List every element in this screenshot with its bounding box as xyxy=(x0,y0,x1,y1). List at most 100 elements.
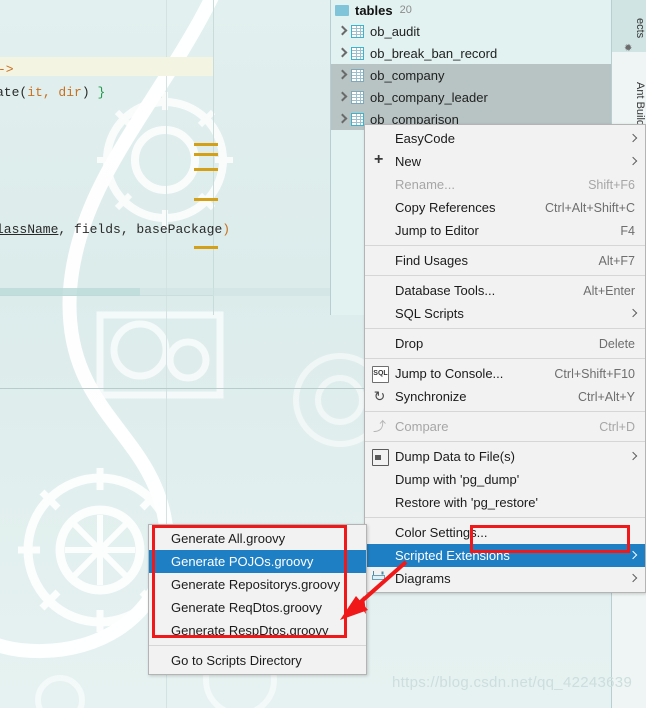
menu-item-database-tools[interactable]: Database Tools... Alt+Enter xyxy=(365,279,645,302)
menu-separator xyxy=(149,645,366,646)
menu-item-rename[interactable]: Rename... Shift+F6 xyxy=(365,173,645,196)
menu-item-restore-with-pg-restore[interactable]: Restore with 'pg_restore' xyxy=(365,491,645,514)
menu-item-label: Jump to Editor xyxy=(395,223,479,238)
gutter-marker xyxy=(194,168,218,171)
tree-row[interactable]: ob_break_ban_record xyxy=(331,42,613,64)
tables-count: 20 xyxy=(399,4,412,16)
menu-item-label: Copy References xyxy=(395,200,496,215)
code-token-classname: lassName xyxy=(0,222,59,237)
current-line-highlight xyxy=(0,57,213,76)
menu-item-label: EasyCode xyxy=(395,131,455,146)
menu-item-shortcut: Alt+F7 xyxy=(598,253,635,268)
annotation-arrow xyxy=(340,560,408,620)
code-token-params: , fields, basePackage xyxy=(58,222,223,237)
menu-item-drop[interactable]: Drop Delete xyxy=(365,332,645,355)
table-icon xyxy=(351,46,364,60)
compare-icon: ⤴ xyxy=(372,419,386,434)
menu-item-synchronize[interactable]: ↻ Synchronize Ctrl+Alt+Y xyxy=(365,385,645,408)
code-line-1: -> xyxy=(0,62,14,77)
menu-item-easycode[interactable]: EasyCode xyxy=(365,127,645,150)
menu-item-compare[interactable]: ⤴ Compare Ctrl+D xyxy=(365,415,645,438)
menu-separator xyxy=(365,441,645,442)
code-token-arrow: -> xyxy=(0,62,14,77)
table-icon xyxy=(351,90,364,104)
chevron-right-icon[interactable] xyxy=(335,20,351,42)
menu-item-label: Jump to Console... xyxy=(395,366,504,381)
menu-item-copy-references[interactable]: Copy References Ctrl+Alt+Shift+C xyxy=(365,196,645,219)
tree-node-tables[interactable]: tables 20 xyxy=(331,0,613,20)
tree-row[interactable]: ob_company xyxy=(331,64,613,86)
menu-item-label: Restore with 'pg_restore' xyxy=(395,495,538,510)
chevron-right-icon[interactable] xyxy=(335,108,351,130)
menu-item-label: Compare xyxy=(395,419,449,434)
tree-row[interactable]: ob_company_leader xyxy=(331,86,613,108)
editor-selection-strip xyxy=(0,288,140,296)
code-line-3: lassName, fields, basePackage) xyxy=(0,222,230,237)
tree-row-label: ob_audit xyxy=(370,23,420,39)
menu-item-label: Find Usages xyxy=(395,253,468,268)
code-line-2: ate(it, dir) } xyxy=(0,85,105,100)
chevron-right-icon[interactable] xyxy=(335,64,351,86)
menu-separator xyxy=(365,358,645,359)
editor-right-divider xyxy=(213,0,214,315)
tree-row-label: ob_company xyxy=(370,67,445,83)
menu-item-find-usages[interactable]: Find Usages Alt+F7 xyxy=(365,249,645,272)
source-watermark-text: https://blog.csdn.net/qq_42243639 xyxy=(392,674,633,691)
menu-item-shortcut: Delete xyxy=(598,336,635,351)
menu-item-shortcut: Ctrl+Alt+Shift+C xyxy=(545,200,635,215)
menu-separator xyxy=(365,328,645,329)
menu-item-jump-to-console[interactable]: SQL Jump to Console... Ctrl+Shift+F10 xyxy=(365,362,645,385)
folder-icon xyxy=(335,4,349,16)
tree-row[interactable]: ob_audit xyxy=(331,20,613,42)
table-icon xyxy=(351,112,364,126)
menu-item-label: Dump with 'pg_dump' xyxy=(395,472,520,487)
chevron-right-icon[interactable] xyxy=(335,86,351,108)
table-icon xyxy=(351,68,364,82)
menu-item-label: New xyxy=(395,154,422,169)
menu-separator xyxy=(365,245,645,246)
gutter-marker xyxy=(194,198,218,201)
menu-separator xyxy=(365,411,645,412)
code-token-paren: ) xyxy=(222,222,231,237)
menu-item-dump-data-to-file-s[interactable]: Dump Data to File(s) xyxy=(365,445,645,468)
annotation-box-submenu xyxy=(152,525,347,638)
menu-item-shortcut: F4 xyxy=(620,223,635,238)
menu-item-shortcut: Ctrl+Shift+F10 xyxy=(554,366,635,381)
tree-row-label: ob_break_ban_record xyxy=(370,45,498,61)
menu-item-label: Dump Data to File(s) xyxy=(395,449,515,464)
menu-item-shortcut: Shift+F6 xyxy=(588,177,635,192)
menu-item-label: Diagrams xyxy=(395,571,451,586)
gutter-marker xyxy=(194,246,218,249)
menu-item-dump-with-pg-dump[interactable]: Dump with 'pg_dump' xyxy=(365,468,645,491)
sync-icon: ↻ xyxy=(373,388,386,404)
console-icon: SQL xyxy=(372,366,389,383)
menu-item-label: SQL Scripts xyxy=(395,306,464,321)
menu-item-label: Database Tools... xyxy=(395,283,496,298)
submenu-item-label: Go to Scripts Directory xyxy=(171,653,302,668)
menu-separator xyxy=(365,275,645,276)
menu-item-new[interactable]: New xyxy=(365,150,645,173)
chevron-right-icon[interactable] xyxy=(335,42,351,64)
menu-separator xyxy=(365,517,645,518)
annotation-box-scripted-extensions xyxy=(470,525,630,553)
code-token-brace: } xyxy=(97,85,106,100)
submenu-item-go-to-scripts-directory[interactable]: Go to Scripts Directory xyxy=(149,649,366,672)
context-menu[interactable]: EasyCode New Rename... Shift+F6 Copy Referen… xyxy=(364,124,646,593)
table-icon xyxy=(351,24,364,38)
menu-item-jump-to-editor[interactable]: Jump to Editor F4 xyxy=(365,219,645,242)
gutter-marker xyxy=(194,143,218,146)
menu-item-label: Synchronize xyxy=(395,389,467,404)
code-token-close-paren: ) xyxy=(81,85,98,100)
tree-row-list[interactable]: ob_audit ob_break_ban_record ob_company ob_… xyxy=(331,20,613,130)
tree-row-label: ob_company_leader xyxy=(370,89,488,105)
menu-item-label: Rename... xyxy=(395,177,455,192)
tables-label: tables xyxy=(355,2,393,18)
menu-item-label: Drop xyxy=(395,336,424,351)
ant-icon: ✹ xyxy=(624,43,633,54)
menu-item-shortcut: Alt+Enter xyxy=(583,283,635,298)
code-token-args: it, dir xyxy=(27,85,82,100)
menu-item-sql-scripts[interactable]: SQL Scripts xyxy=(365,302,645,325)
menu-item-shortcut: Ctrl+Alt+Y xyxy=(578,389,635,404)
menu-item-shortcut: Ctrl+D xyxy=(599,419,635,434)
gutter-marker xyxy=(194,153,218,156)
